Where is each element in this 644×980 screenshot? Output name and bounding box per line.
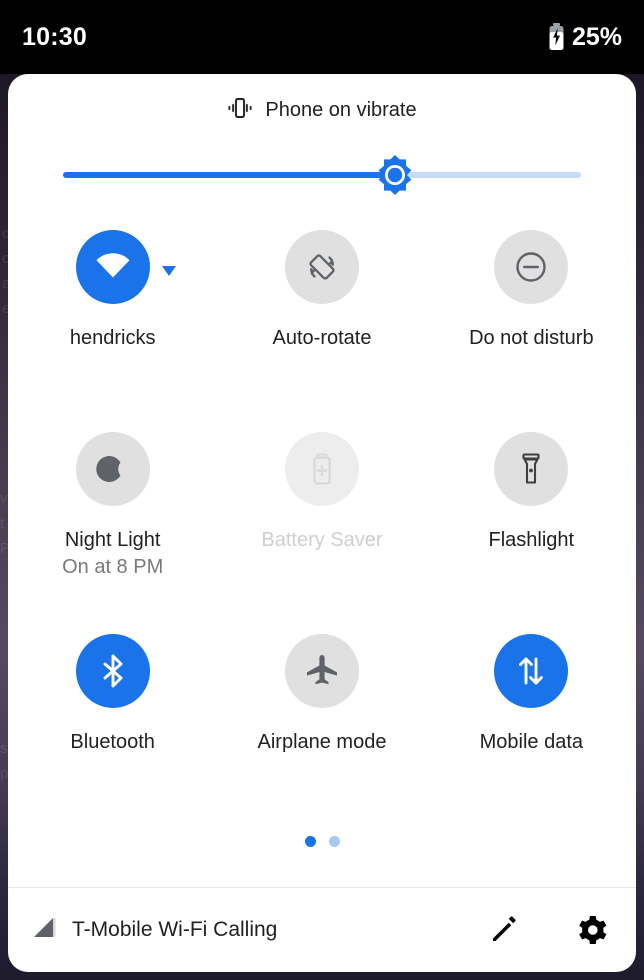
- auto-rotate-icon: [285, 230, 359, 304]
- tile-icon-wrap: [494, 634, 568, 708]
- status-bar-clock: 10:30: [22, 23, 87, 52]
- tile-row: Bluetooth Airplane mode: [8, 628, 636, 830]
- carrier-group: T-Mobile Wi-Fi Calling: [32, 916, 486, 945]
- tile-row: Night Light On at 8 PM: [8, 426, 636, 628]
- tile-label: Do not disturb: [469, 326, 594, 351]
- tile-icon-wrap: [285, 230, 359, 304]
- tile-bluetooth[interactable]: Bluetooth: [8, 628, 217, 830]
- tile-airplane-mode[interactable]: Airplane mode: [217, 628, 426, 830]
- tile-wifi[interactable]: hendricks: [8, 224, 217, 426]
- flashlight-icon: [494, 432, 568, 506]
- brightness-slider[interactable]: [63, 146, 581, 202]
- tile-icon-wrap: [494, 230, 568, 304]
- ghost-text: v: [0, 490, 8, 507]
- tile-auto-rotate[interactable]: Auto-rotate: [217, 224, 426, 426]
- tile-label: Flashlight: [489, 528, 575, 553]
- tile-icon-wrap: [494, 432, 568, 506]
- ghost-text: s: [0, 740, 8, 757]
- ghost-text: t: [0, 515, 4, 532]
- ringer-status-label: Phone on vibrate: [265, 99, 416, 122]
- tile-icon-wrap: [285, 634, 359, 708]
- vibrate-icon: [227, 97, 253, 124]
- tile-label: Night Light: [65, 528, 161, 553]
- tile-label: Battery Saver: [261, 528, 382, 553]
- battery-saver-icon: [285, 432, 359, 506]
- tile-mobile-data[interactable]: Mobile data: [427, 628, 636, 830]
- tile-grid: hendricks: [8, 202, 636, 830]
- bluetooth-icon: [76, 634, 150, 708]
- tile-night-light[interactable]: Night Light On at 8 PM: [8, 426, 217, 628]
- footer-actions: [486, 912, 610, 948]
- tile-do-not-disturb[interactable]: Do not disturb: [427, 224, 636, 426]
- tile-icon-wrap: [285, 432, 359, 506]
- edit-pencil-icon[interactable]: [486, 912, 522, 948]
- tile-flashlight[interactable]: Flashlight: [427, 426, 636, 628]
- tile-label: Airplane mode: [258, 730, 387, 755]
- carrier-label: T-Mobile Wi-Fi Calling: [72, 918, 277, 942]
- tile-row: hendricks: [8, 224, 636, 426]
- brightness-sun-icon[interactable]: [374, 154, 416, 196]
- page-dot-1[interactable]: [305, 836, 316, 847]
- mobile-data-icon: [494, 634, 568, 708]
- tile-label: Bluetooth: [70, 730, 155, 755]
- android-quick-settings-screen: c o a e v t P s p 10:30 25%: [0, 0, 644, 980]
- chevron-down-icon[interactable]: [162, 266, 176, 276]
- page-indicator: [8, 836, 636, 847]
- brightness-fill: [63, 172, 395, 178]
- tile-icon-wrap: [76, 432, 150, 506]
- ringer-status-row[interactable]: Phone on vibrate: [8, 74, 636, 146]
- do-not-disturb-icon: [494, 230, 568, 304]
- tile-label: hendricks: [70, 326, 156, 351]
- page-dot-2[interactable]: [329, 836, 340, 847]
- battery-percentage: 25%: [572, 23, 622, 52]
- tile-icon-wrap: [76, 230, 150, 304]
- signal-bars-icon: [32, 916, 58, 945]
- panel-footer: T-Mobile Wi-Fi Calling: [8, 888, 636, 972]
- tile-icon-wrap: [76, 634, 150, 708]
- airplane-icon: [285, 634, 359, 708]
- status-bar-right-group: 25%: [548, 23, 622, 52]
- moon-icon: [76, 432, 150, 506]
- tile-battery-saver[interactable]: Battery Saver: [217, 426, 426, 628]
- tile-label: Auto-rotate: [273, 326, 372, 351]
- tile-label: Mobile data: [480, 730, 583, 755]
- wifi-icon: [76, 230, 150, 304]
- quick-settings-panel: Phone on vibrate: [8, 74, 636, 972]
- tile-sublabel: On at 8 PM: [62, 556, 163, 579]
- settings-gear-icon[interactable]: [574, 912, 610, 948]
- battery-charging-icon: [548, 23, 565, 51]
- status-bar: 10:30 25%: [0, 0, 644, 74]
